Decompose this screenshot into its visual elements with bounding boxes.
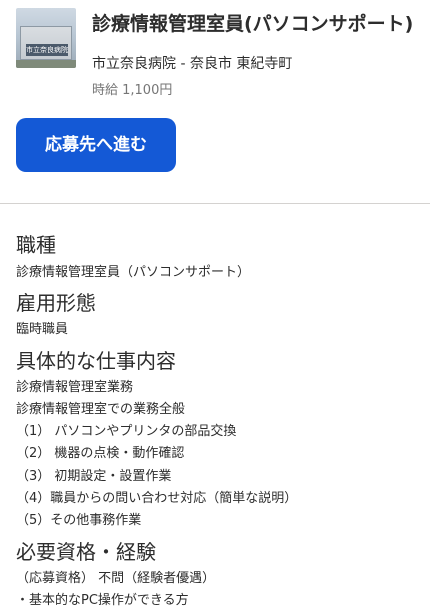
section-heading-duties: 具体的な仕事内容 — [16, 348, 176, 373]
section-heading-requirements: 必要資格・経験 — [16, 539, 156, 564]
duty-line: （1） パソコンやプリンタの部品交換 — [16, 424, 237, 440]
requirement-line: （応募資格） 不問（経験者優遇） — [16, 570, 216, 586]
duty-line: 診療情報管理室での業務全般 — [16, 401, 186, 417]
job-location: 市立奈良病院 - 奈良市 東紀寺町 — [92, 56, 293, 72]
section-heading-employment-type: 雇用形態 — [16, 291, 96, 316]
duty-line: （5）その他事務作業 — [16, 513, 142, 529]
apply-button[interactable]: 応募先へ進む — [16, 118, 176, 172]
section-duties: 具体的な仕事内容 診療情報管理室業務 診療情報管理室での業務全般 （1） パソコ… — [16, 346, 414, 533]
job-details: 職種 診療情報管理室員（パソコンサポート） 雇用形態 臨時職員 具体的な仕事内容… — [0, 204, 430, 610]
employment-type-value: 臨時職員 — [16, 322, 69, 338]
duty-line: 診療情報管理室業務 — [16, 379, 134, 395]
hospital-thumbnail[interactable]: 市立奈良病院 — [16, 8, 76, 68]
thumbnail-sign: 市立奈良病院 — [26, 44, 68, 56]
section-heading-job-type: 職種 — [16, 233, 56, 257]
section-divider — [0, 203, 430, 204]
job-title[interactable]: 診療情報管理室員(パソコンサポート) — [92, 9, 413, 36]
section-job-type: 職種 診療情報管理室員（パソコンサポート） — [16, 230, 414, 284]
duty-line: （2） 機器の点検・動作確認 — [16, 446, 185, 462]
section-employment-type: 雇用形態 臨時職員 — [16, 288, 414, 341]
duty-line: （3） 初期設定・設置作業 — [16, 468, 172, 484]
job-wage: 時給 1,100円 — [92, 83, 173, 98]
section-requirements: 必要資格・経験 （応募資格） 不問（経験者優遇） ・基本的なPC操作ができる方 — [16, 537, 414, 610]
job-header: 市立奈良病院 診療情報管理室員(パソコンサポート) 市立奈良病院 - 奈良市 東… — [0, 0, 430, 204]
job-type-value: 診療情報管理室員（パソコンサポート） — [16, 265, 251, 280]
requirement-line: ・基本的なPC操作ができる方 — [16, 592, 189, 608]
ground-shape — [16, 60, 76, 68]
duty-line: （4）職員からの問い合わせ対応（簡単な説明） — [16, 491, 298, 507]
